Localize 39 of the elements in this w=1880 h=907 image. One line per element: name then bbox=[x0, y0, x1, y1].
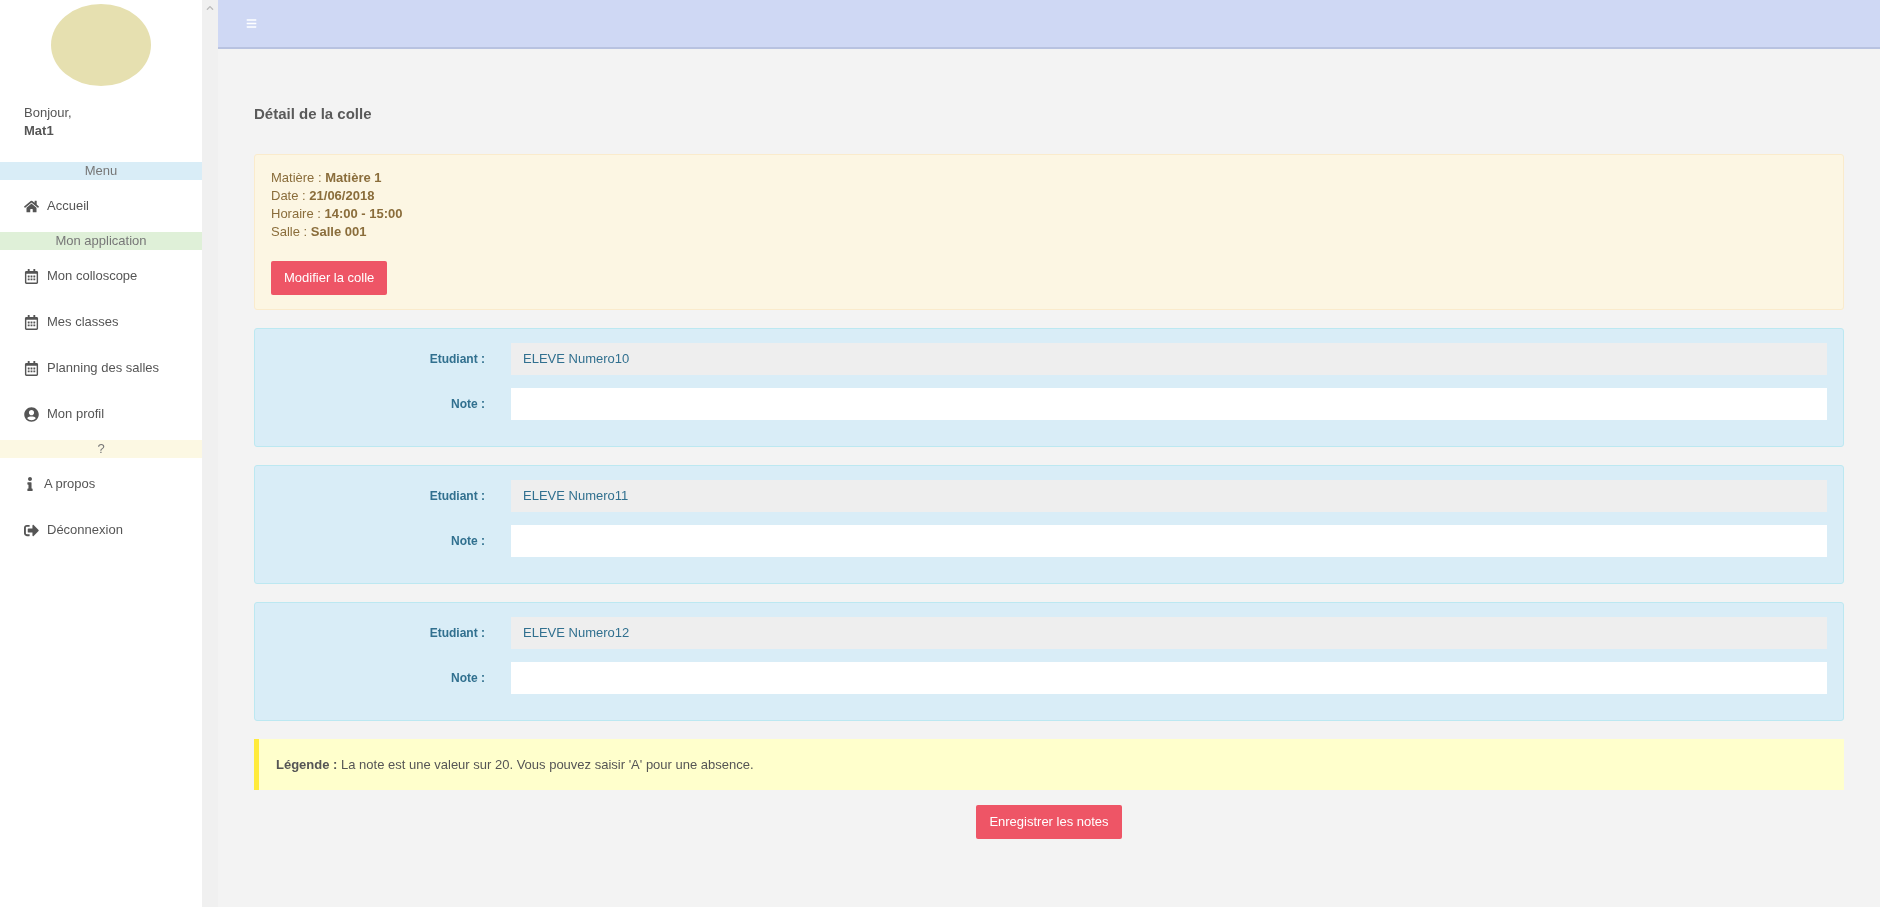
nav-link[interactable]: Accueil bbox=[0, 186, 202, 226]
student-label: Etudiant : bbox=[429, 624, 485, 642]
detail-line: Matière : Matière 1 bbox=[271, 168, 383, 187]
section-header: Menu bbox=[0, 162, 202, 180]
user-name: Mat1 bbox=[24, 122, 55, 140]
note-field[interactable] bbox=[511, 524, 1827, 557]
menu-icon[interactable] bbox=[246, 18, 257, 29]
nav-link[interactable]: Mon profil bbox=[0, 394, 202, 434]
home-icon bbox=[24, 198, 39, 214]
calendar-icon bbox=[24, 360, 39, 376]
legend-text: Légende : La note est une valeur sur 20. Vous pouvez saisir 'A' pour une absence. bbox=[276, 756, 754, 772]
nav-link[interactable]: Déconnexion bbox=[0, 510, 202, 550]
student-field[interactable]: ELEVE Numero12 bbox=[511, 616, 1827, 649]
section-header: Mon application bbox=[0, 232, 202, 250]
scroll-up-icon[interactable] bbox=[206, 4, 214, 12]
detail-line: Horaire : 14:00 - 15:00 bbox=[271, 204, 404, 223]
student-field[interactable]: ELEVE Numero10 bbox=[511, 342, 1827, 375]
greeting-text: Bonjour, bbox=[24, 104, 73, 122]
section-header: ? bbox=[0, 440, 202, 458]
nav-link[interactable]: Mes classes bbox=[0, 302, 202, 342]
calendar-icon bbox=[24, 314, 39, 330]
student-field[interactable]: ELEVE Numero11 bbox=[511, 479, 1827, 512]
logout-icon bbox=[24, 522, 39, 538]
note-label: Note : bbox=[451, 669, 485, 687]
page-title: Détail de la colle bbox=[254, 104, 373, 124]
calendar-icon bbox=[24, 268, 39, 284]
student-label: Etudiant : bbox=[429, 487, 485, 505]
user-icon bbox=[24, 406, 39, 422]
student-label: Etudiant : bbox=[429, 350, 485, 368]
nav-link[interactable]: A propos bbox=[0, 464, 202, 504]
note-label: Note : bbox=[451, 395, 485, 413]
note-label: Note : bbox=[451, 532, 485, 550]
detail-line: Salle : Salle 001 bbox=[271, 222, 368, 241]
info-icon bbox=[24, 477, 36, 491]
detail-line: Date : 21/06/2018 bbox=[271, 186, 376, 205]
note-field[interactable] bbox=[511, 387, 1827, 420]
nav-link[interactable]: Planning des salles bbox=[0, 348, 202, 388]
note-field[interactable] bbox=[511, 661, 1827, 694]
nav-link[interactable]: Mon colloscope bbox=[0, 256, 202, 296]
